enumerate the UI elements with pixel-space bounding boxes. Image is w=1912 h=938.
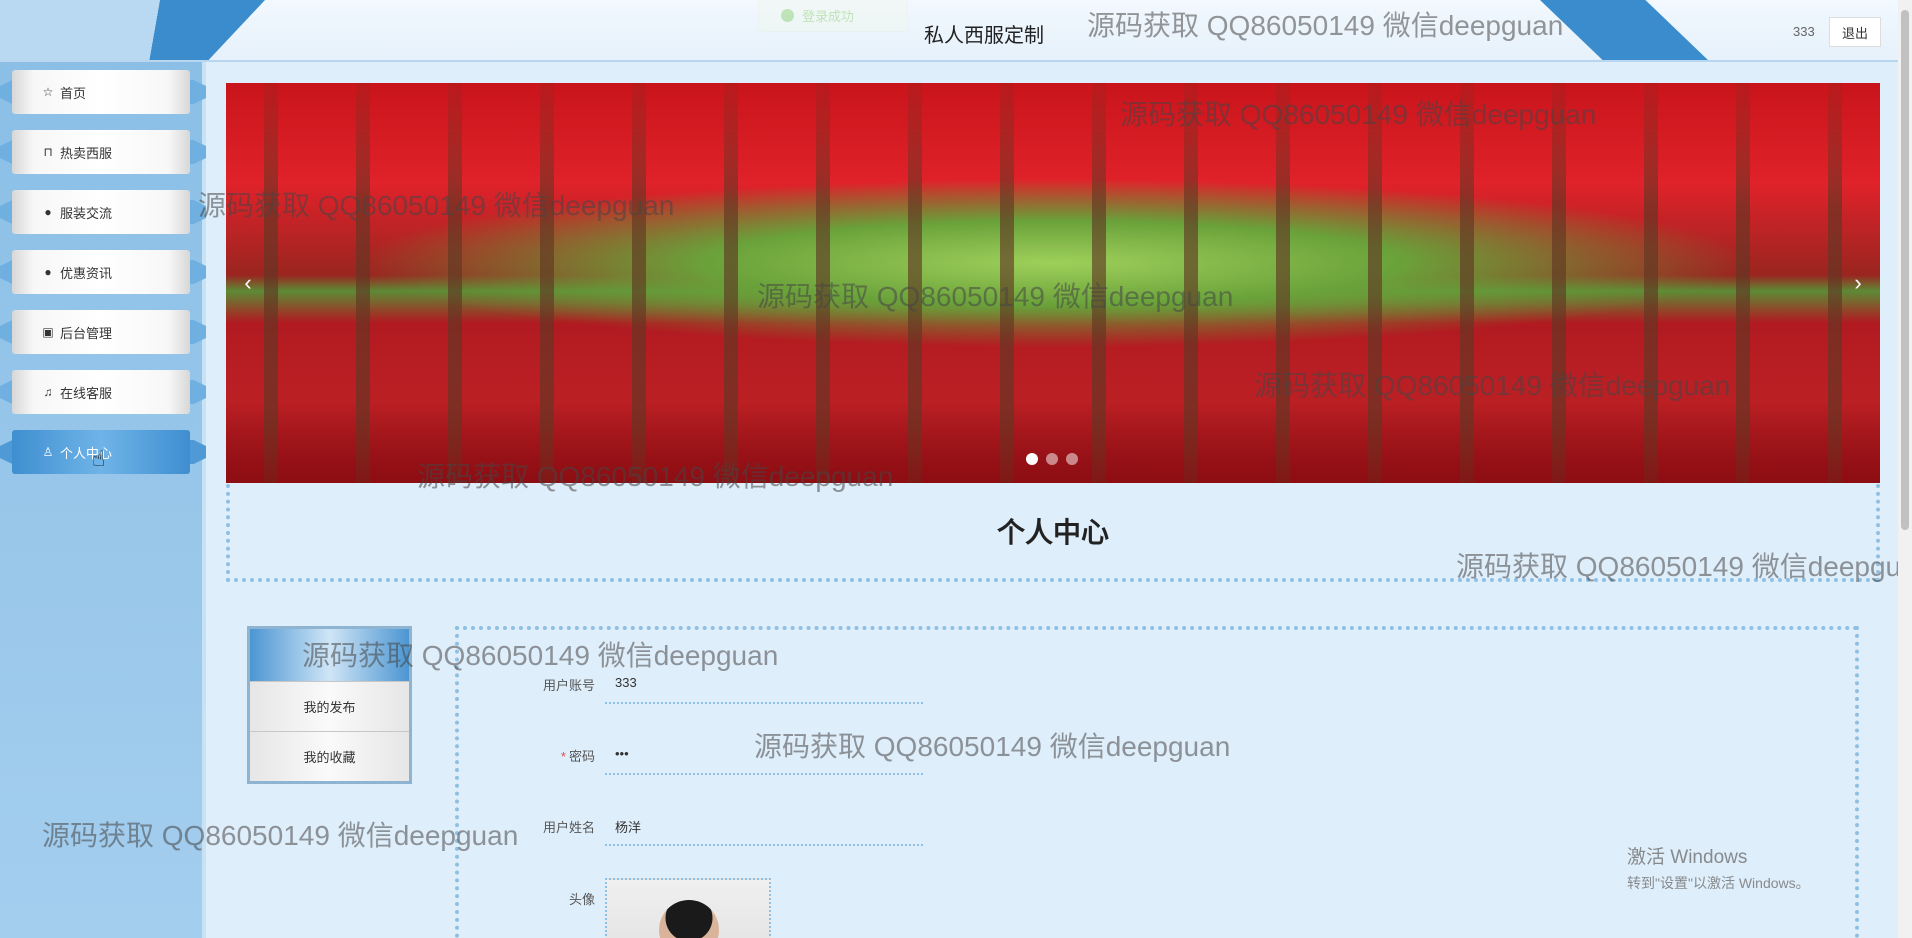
- avatar-row: 头像: [459, 878, 1059, 938]
- tab-header: [250, 629, 409, 681]
- sidebar-item-card[interactable]: ♫ 在线客服: [12, 370, 190, 414]
- carousel-next-arrow-icon[interactable]: ›: [1844, 269, 1872, 297]
- sidebar-item-card[interactable]: ▣ 后台管理: [12, 310, 190, 354]
- sidebar-item-label: 在线客服: [60, 385, 113, 401]
- sidebar-item-admin[interactable]: ▣ 后台管理: [0, 302, 206, 362]
- sidebar-item-card[interactable]: ● 优惠资讯: [12, 250, 190, 294]
- sidebar-item-card[interactable]: ● 服装交流: [12, 190, 190, 234]
- page-title: 个人中心: [996, 517, 1109, 548]
- top-header: 登录成功 私人西服定制 333 退出: [0, 0, 1912, 62]
- carousel-prev-arrow-icon[interactable]: ‹: [234, 269, 262, 297]
- sidebar: ☆ 首页 ⊓ 热卖西服 ● 服装交流 ● 优惠资讯 ▣ 后台管理 ♫ 在线客服 …: [0, 62, 206, 938]
- avatar-image: [659, 900, 719, 938]
- password-label: * 密码: [459, 746, 595, 765]
- activation-subtitle: 转到"设置"以激活 Windows。: [1627, 875, 1810, 891]
- alert-circle-icon: ●: [44, 205, 52, 219]
- sidebar-item-label: 优惠资讯: [60, 265, 113, 281]
- sidebar-item-label: 后台管理: [60, 325, 113, 341]
- banner-carousel: ‹ ›: [226, 83, 1880, 483]
- check-circle-icon: [781, 9, 794, 22]
- username-field[interactable]: 333: [605, 664, 923, 704]
- realname-row: 用户姓名 杨洋: [459, 806, 1059, 846]
- section-title: 个人中心: [226, 484, 1880, 582]
- sidebar-item-label: 首页: [60, 85, 87, 101]
- sidebar-item-promotions[interactable]: ● 优惠资讯: [0, 242, 206, 302]
- username-label: 用户账号: [542, 678, 595, 693]
- scrollbar-thumb[interactable]: [1901, 10, 1909, 530]
- sidebar-item-hot-suits[interactable]: ⊓ 热卖西服: [0, 122, 206, 182]
- carousel-indicators: [1026, 453, 1078, 465]
- sidebar-item-home[interactable]: ☆ 首页: [0, 62, 206, 122]
- header-decoration-right: [1540, 0, 1710, 60]
- user-icon: ♙: [42, 445, 54, 459]
- sidebar-item-label: 热卖西服: [60, 145, 113, 161]
- header-decoration-left: [0, 0, 265, 60]
- avatar-label: 头像: [568, 892, 595, 907]
- sidebar-item-customer-service[interactable]: ♫ 在线客服: [0, 362, 206, 422]
- avatar-upload[interactable]: [605, 878, 771, 938]
- logout-button[interactable]: 退出: [1829, 17, 1881, 47]
- activation-title: 激活 Windows: [1627, 847, 1748, 868]
- login-success-toast: 登录成功: [758, 0, 908, 32]
- username-row: 用户账号 333: [459, 664, 1059, 704]
- current-user: 333: [1793, 24, 1815, 39]
- site-title: 私人西服定制: [924, 25, 1044, 47]
- toast-text: 登录成功: [802, 9, 855, 24]
- realname-field[interactable]: 杨洋: [605, 806, 923, 846]
- password-label-text: 密码: [568, 749, 595, 764]
- page-scrollbar[interactable]: [1898, 0, 1912, 938]
- password-field[interactable]: •••: [605, 735, 923, 775]
- sidebar-item-forum[interactable]: ● 服装交流: [0, 182, 206, 242]
- profile-tabs: 我的发布 我的收藏: [247, 626, 412, 784]
- tab-my-posts[interactable]: 我的发布: [250, 681, 409, 731]
- star-icon: ☆: [42, 85, 54, 99]
- bag-icon: ⊓: [43, 145, 53, 159]
- password-row: * 密码 •••: [459, 735, 1059, 775]
- tab-my-favorites[interactable]: 我的收藏: [250, 731, 409, 781]
- headset-icon: ♫: [43, 385, 53, 399]
- banner-image: [226, 83, 1880, 483]
- sidebar-item-card[interactable]: ☆ 首页: [12, 70, 190, 114]
- sidebar-item-card[interactable]: ⊓ 热卖西服: [12, 130, 190, 174]
- question-circle-icon: ●: [44, 265, 52, 279]
- carousel-dot[interactable]: [1066, 453, 1078, 465]
- briefcase-icon: ▣: [42, 325, 54, 339]
- hand-cursor-icon: ☝: [92, 446, 106, 471]
- required-mark: *: [560, 749, 566, 764]
- carousel-dot[interactable]: [1046, 453, 1058, 465]
- windows-activation-notice: 激活 Windows 转到"设置"以激活 Windows。: [1627, 842, 1810, 893]
- carousel-dot[interactable]: [1026, 453, 1038, 465]
- sidebar-item-label: 服装交流: [60, 205, 113, 221]
- realname-label: 用户姓名: [542, 820, 595, 835]
